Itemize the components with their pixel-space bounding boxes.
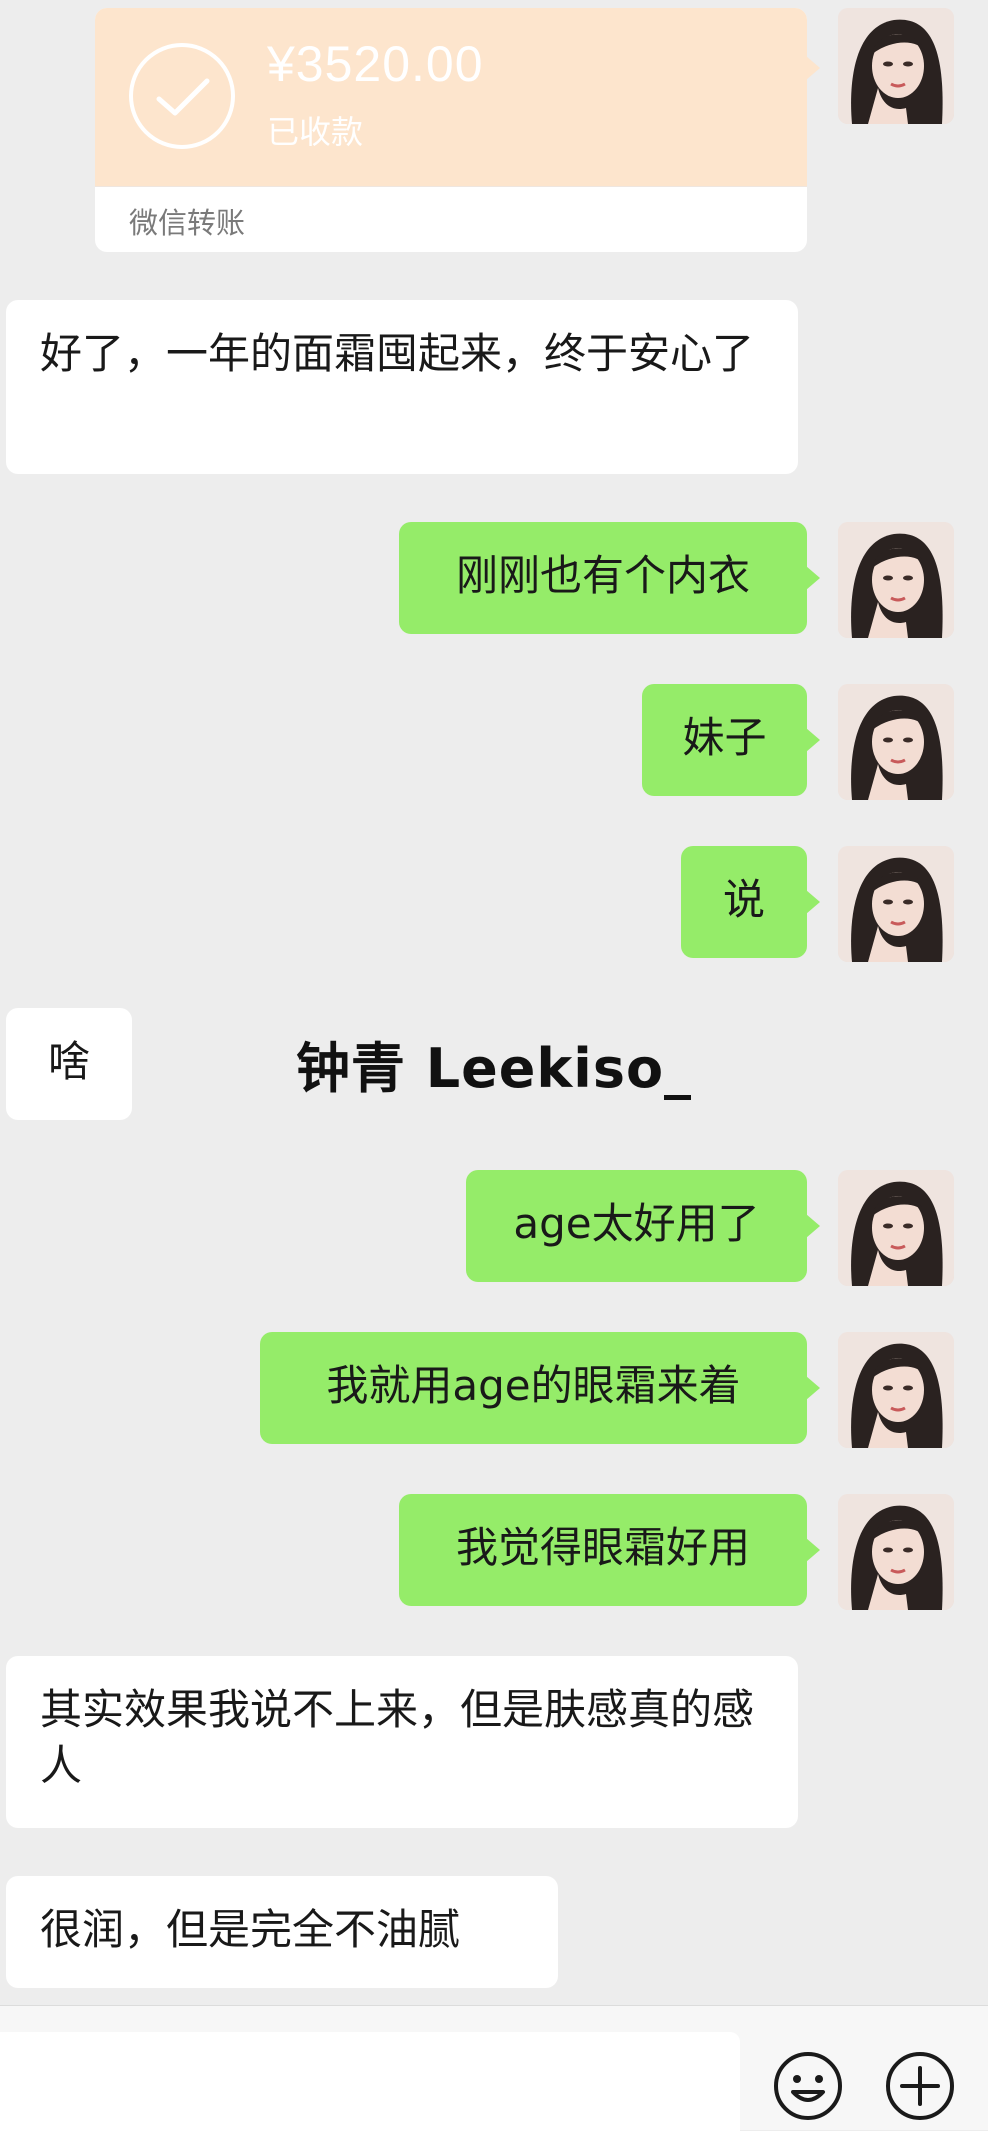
bubble-tail — [806, 728, 820, 752]
check-circle-icon — [129, 43, 235, 149]
message-input[interactable] — [0, 2032, 740, 2131]
emoji-icon[interactable] — [772, 2050, 844, 2122]
bubble-tail — [806, 56, 820, 80]
bubble-tail — [806, 890, 820, 914]
message-bubble-outgoing[interactable]: 我觉得眼霜好用 — [399, 1494, 807, 1606]
message-bubble-outgoing[interactable]: age太好用了 — [466, 1170, 807, 1282]
bubble-tail — [806, 1214, 820, 1238]
message-bubble-outgoing[interactable]: 妹子 — [642, 684, 807, 796]
avatar[interactable] — [838, 8, 954, 124]
transfer-card[interactable]: ¥3520.00 已收款 微信转账 — [95, 8, 807, 252]
transfer-amount: ¥3520.00 — [267, 36, 484, 92]
message-bubble-outgoing[interactable]: 说 — [681, 846, 807, 958]
bubble-tail — [806, 1538, 820, 1562]
message-bubble-outgoing[interactable]: 我就用age的眼霜来着 — [260, 1332, 807, 1444]
input-bar — [0, 2005, 988, 2131]
avatar[interactable] — [838, 684, 954, 800]
avatar[interactable] — [838, 846, 954, 962]
plus-icon[interactable] — [884, 2050, 956, 2122]
message-bubble-incoming[interactable]: 很润，但是完全不油腻 — [6, 1876, 558, 1988]
divider — [95, 186, 807, 187]
bubble-tail — [806, 1376, 820, 1400]
avatar[interactable] — [838, 522, 954, 638]
message-bubble-outgoing[interactable]: 刚刚也有个内衣 — [399, 522, 807, 634]
message-bubble-incoming[interactable]: 其实效果我说不上来，但是肤感真的感人 — [6, 1656, 798, 1828]
message-bubble-incoming[interactable]: 好了，一年的面霜囤起来，终于安心了 — [6, 300, 798, 474]
transfer-status: 已收款 — [267, 113, 364, 151]
transfer-label: 微信转账 — [129, 206, 246, 240]
avatar[interactable] — [838, 1332, 954, 1448]
watermark-text: 钟青 Leekiso_ — [295, 1037, 693, 1100]
avatar[interactable] — [838, 1170, 954, 1286]
bubble-tail — [806, 566, 820, 590]
avatar[interactable] — [838, 1494, 954, 1610]
